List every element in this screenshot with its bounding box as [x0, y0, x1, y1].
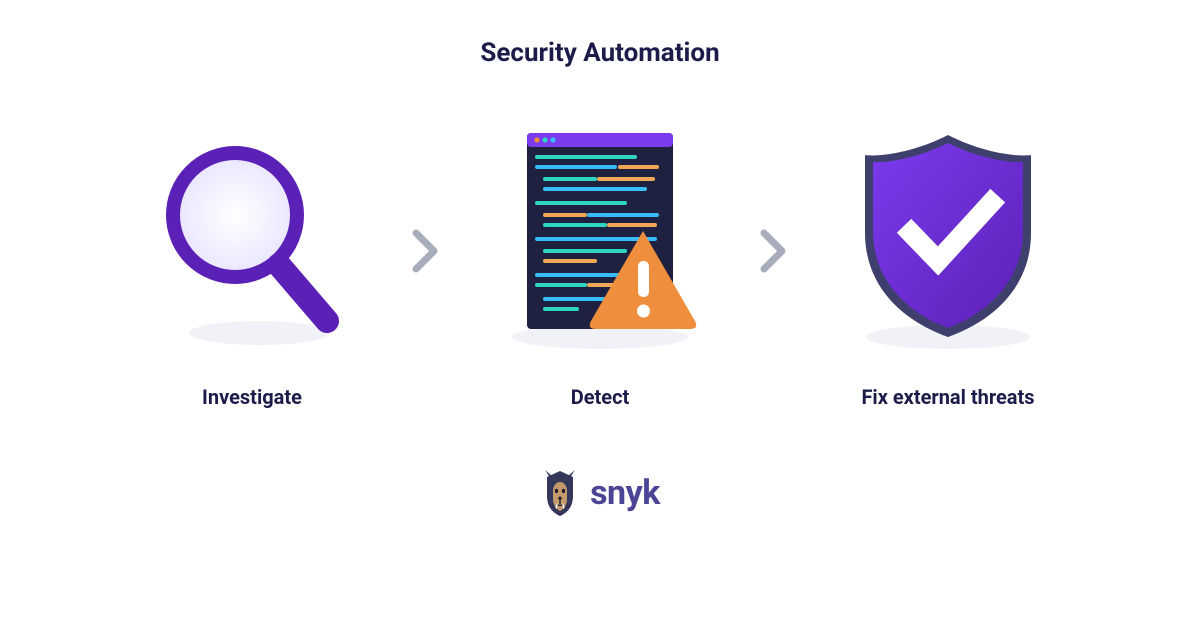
- shield-check-icon: [833, 123, 1063, 353]
- code-warning-icon: [485, 123, 715, 353]
- flow-row: Investigate: [0, 123, 1200, 409]
- step-label-fix: Fix external threats: [861, 385, 1034, 409]
- step-label-detect: Detect: [571, 385, 630, 409]
- chevron-right-icon: [760, 229, 788, 273]
- snyk-dog-icon: [540, 469, 580, 517]
- brand-logo: snyk: [540, 469, 660, 517]
- chevron-right-icon: [412, 229, 440, 273]
- page-title: Security Automation: [480, 38, 719, 68]
- step-detect: Detect: [470, 123, 730, 409]
- step-fix: Fix external threats: [818, 123, 1078, 409]
- brand-name: snyk: [590, 473, 660, 513]
- step-label-investigate: Investigate: [202, 385, 302, 409]
- step-investigate: Investigate: [122, 123, 382, 409]
- magnifying-glass-icon: [137, 123, 367, 353]
